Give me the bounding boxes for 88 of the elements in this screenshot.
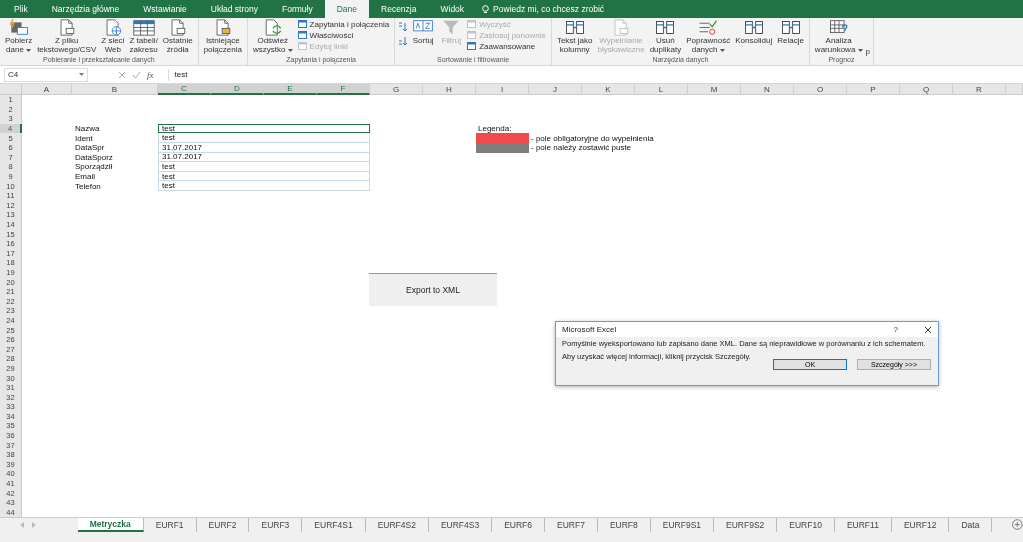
scroll-left-icon[interactable] <box>20 522 24 529</box>
ribbon-button[interactable]: Sortuj <box>409 19 438 46</box>
formula-field[interactable]: test <box>167 68 1019 81</box>
insert-function-button[interactable]: fx <box>147 69 154 80</box>
caret-icon <box>79 73 84 76</box>
ribbon-button[interactable]: Analiza warunkowa <box>812 19 865 54</box>
small-table-icon <box>297 31 307 39</box>
help-button[interactable]: ? <box>893 325 898 334</box>
dialog-title: Microsoft Excel <box>562 325 618 334</box>
menu-tab[interactable]: Narzędzia główne <box>39 0 132 18</box>
lightbulb-icon <box>482 4 490 14</box>
column-header[interactable]: B <box>72 84 158 95</box>
caret-icon <box>719 48 725 52</box>
ribbon-button[interactable]: Tekst jako kolumny <box>554 19 595 54</box>
field-label: DataSpr <box>74 142 106 153</box>
menu-tab[interactable]: Plik <box>2 0 40 18</box>
ribbon-small-button[interactable]: Właściwości <box>297 30 390 40</box>
add-sheet-icon[interactable] <box>1012 519 1023 531</box>
table-cell[interactable]: test <box>158 123 370 134</box>
column-header[interactable]: J <box>529 84 582 95</box>
column-header[interactable]: E <box>264 84 317 95</box>
column-header[interactable]: R <box>953 84 1006 95</box>
menu-tab[interactable]: Recenzja <box>369 0 429 18</box>
column-header[interactable]: P <box>847 84 900 95</box>
column-header[interactable]: O <box>794 84 847 95</box>
field-label: DataSporz <box>74 152 114 163</box>
menu-tab[interactable]: Dane <box>324 0 370 18</box>
field-label: Nazwa <box>74 123 101 134</box>
column-header[interactable]: L <box>635 84 688 95</box>
small-table-icon <box>297 42 307 50</box>
column-header[interactable]: M <box>688 84 741 95</box>
name-box[interactable]: C4 <box>4 67 88 82</box>
menu-tab[interactable]: Widok <box>428 0 477 18</box>
ribbon-button[interactable]: Z tabeli/ zakresu <box>127 19 160 54</box>
ribbon-button[interactable]: Poprawność danych <box>684 19 733 54</box>
column-header[interactable]: C <box>158 84 211 95</box>
select-all-corner[interactable] <box>0 84 22 95</box>
caret-icon <box>287 48 293 52</box>
small-table-icon <box>467 42 477 50</box>
ribbon-button[interactable]: Istniejące połączenia <box>201 19 244 54</box>
column-header[interactable]: D <box>211 84 264 95</box>
menu-tab[interactable]: Wstawianie <box>131 0 199 18</box>
column-header[interactable]: H <box>423 84 476 95</box>
table-cell[interactable]: test <box>158 181 370 191</box>
legend-text: - pole należy zostawić puste <box>530 143 633 153</box>
cancel-icon[interactable] <box>118 70 126 79</box>
legend-title: Legenda: <box>477 123 513 134</box>
sheet-tab[interactable]: Metryczka <box>77 518 144 533</box>
field-label: Telefon <box>74 181 102 191</box>
ribbon-button[interactable]: Pobierz dane <box>3 19 35 54</box>
menu-tab[interactable]: Układ strony <box>198 0 270 18</box>
ribbon-small-button[interactable]: Zaawansowane <box>467 41 546 51</box>
menu-tab[interactable]: Formuły <box>270 0 325 18</box>
column-header[interactable]: A <box>22 84 72 95</box>
scroll-right-icon[interactable] <box>32 522 36 529</box>
ribbon-button[interactable]: Ostatnie źródła <box>160 19 195 54</box>
column-header[interactable]: G <box>370 84 423 95</box>
column-header[interactable]: K <box>582 84 635 95</box>
table-cell[interactable]: test <box>158 133 370 143</box>
ribbon-button[interactable]: Z sieci Web <box>99 19 127 54</box>
caret-icon <box>857 48 863 52</box>
sort-descending-icon[interactable] <box>398 36 409 46</box>
export-button[interactable]: Export to XML <box>369 273 497 306</box>
column-header[interactable]: Q <box>900 84 953 95</box>
legend-text: - pole obligatoryjne do wypełnienia <box>530 133 655 143</box>
column-header[interactable]: F <box>317 84 370 95</box>
field-label: Ident <box>74 133 94 143</box>
close-icon[interactable] <box>924 325 932 334</box>
ribbon-button[interactable]: Usuń duplikaty <box>647 19 684 54</box>
checkmark-icon[interactable] <box>132 70 141 79</box>
tell-me-field[interactable]: Powiedz mi, co chcesz zrobić <box>482 0 605 18</box>
sort-ascending-icon[interactable] <box>398 22 409 32</box>
ribbon-small-button[interactable]: Zapytania i połączenia <box>297 19 390 29</box>
table-cell[interactable]: test <box>158 171 370 182</box>
caret-icon <box>26 48 32 52</box>
small-table-icon <box>467 31 477 39</box>
field-label: Sporządził <box>74 162 114 172</box>
field-label: Email <box>74 171 96 182</box>
column-header[interactable]: I <box>476 84 529 95</box>
table-cell[interactable]: 31.07.2017 <box>158 152 370 163</box>
ribbon-button[interactable]: Relacje <box>775 19 806 46</box>
ribbon-button[interactable]: Z pliku tekstowego/CSV <box>35 19 99 54</box>
ribbon-button[interactable]: Konsoliduj <box>733 19 775 46</box>
ribbon-button[interactable]: Odśwież wszystko <box>250 19 295 54</box>
column-header[interactable]: N <box>741 84 794 95</box>
table-cell[interactable]: 31.07.2017 <box>158 142 370 153</box>
table-cell[interactable]: test <box>158 162 370 172</box>
cut-label: p <box>865 47 870 56</box>
